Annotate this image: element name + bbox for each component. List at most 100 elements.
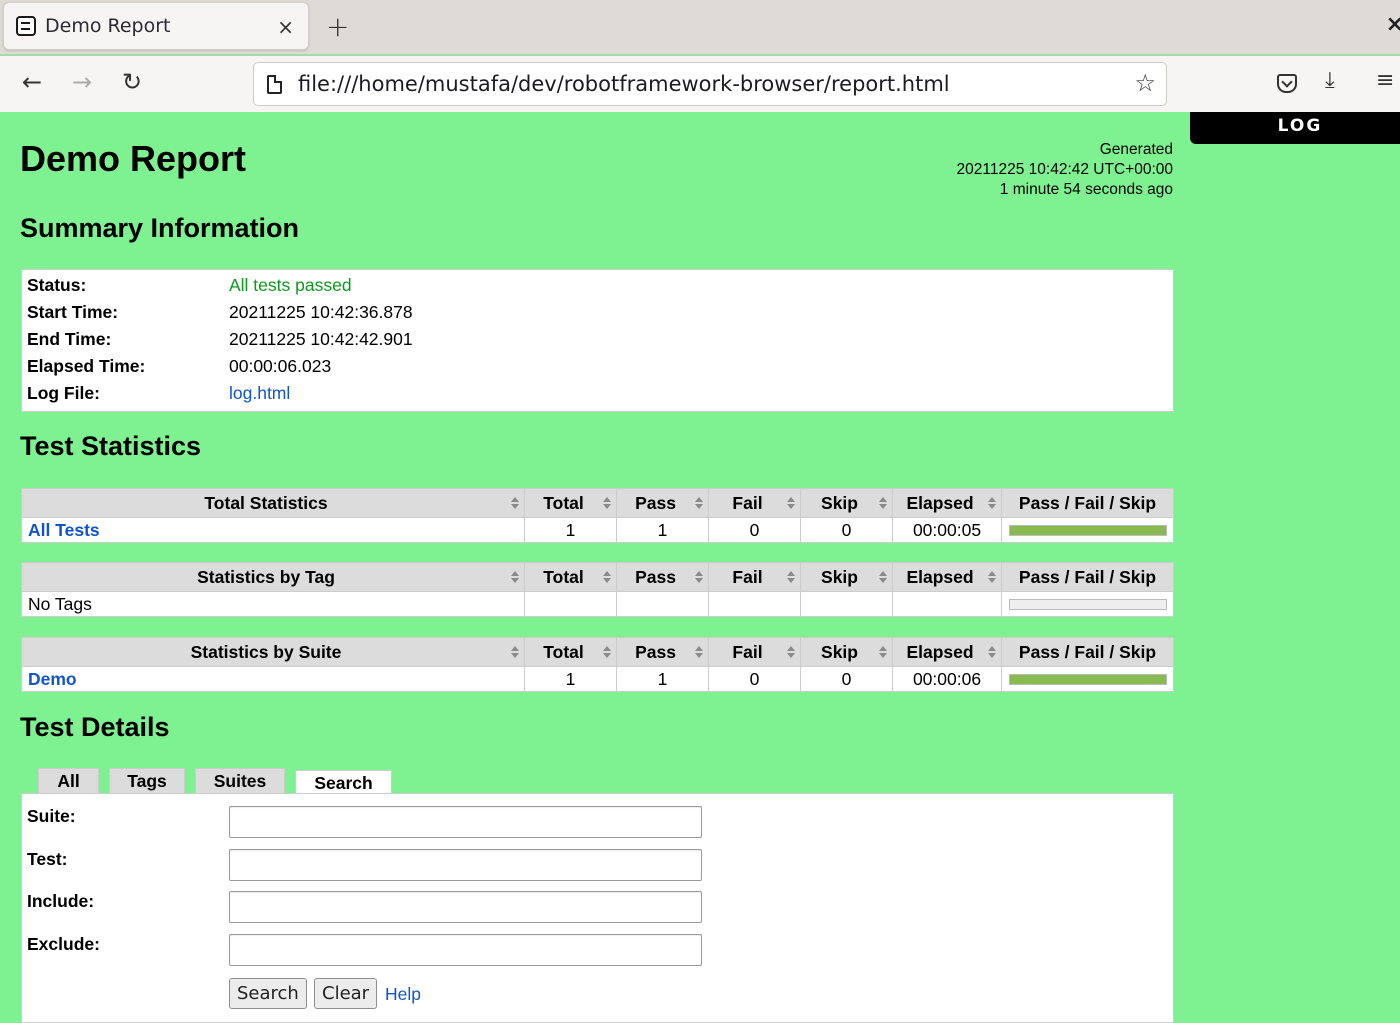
end-time-value: 20211225 10:42:42.901: [229, 329, 413, 349]
log-button[interactable]: LOG: [1190, 112, 1400, 144]
stats-header-row: Statistics by Tag Total Pass Fail Skip Elapse…: [21, 562, 1174, 592]
column-header-label: Skip: [821, 566, 858, 587]
sort-icon[interactable]: [988, 646, 996, 660]
stats-header-row: Total Statistics Total Pass Fail Skip Elapsed…: [21, 488, 1174, 518]
sort-icon[interactable]: [695, 571, 703, 585]
generated-timestamp: 20211225 10:42:42 UTC+00:00: [956, 161, 1173, 178]
stats-title-header[interactable]: Statistics by Tag: [21, 562, 525, 592]
sort-icon[interactable]: [879, 646, 887, 660]
column-header-label: Pass / Fail / Skip: [1018, 641, 1157, 662]
back-arrow-icon[interactable]: ←: [22, 68, 42, 96]
column-header-skip[interactable]: Skip: [800, 488, 893, 518]
column-header-label: Pass: [635, 566, 676, 587]
sort-icon[interactable]: [603, 646, 611, 660]
download-icon[interactable]: ⤓: [1325, 68, 1335, 93]
column-header-total[interactable]: Total: [524, 562, 617, 592]
tab-all[interactable]: All: [38, 768, 99, 793]
browser-tab[interactable]: Demo Report ×: [3, 2, 309, 50]
summary-row-end-time: End Time: 20211225 10:42:42.901: [27, 326, 1168, 353]
sort-icon[interactable]: [988, 497, 996, 511]
column-header-label: Fail: [732, 566, 763, 587]
column-header-label: Total: [543, 566, 584, 587]
table-row: Demo 1 1 0 0 00:00:06: [21, 666, 1174, 692]
forward-arrow-icon[interactable]: →: [72, 68, 92, 96]
menu-icon[interactable]: ≡: [1376, 68, 1394, 93]
sort-icon[interactable]: [879, 571, 887, 585]
column-header-total[interactable]: Total: [524, 488, 617, 518]
sort-icon[interactable]: [603, 497, 611, 511]
column-header-fail[interactable]: Fail: [708, 562, 801, 592]
browser-nav-bar: ← → ↻ file:///home/mustafa/dev/robotfram…: [0, 56, 1400, 112]
include-input[interactable]: [229, 891, 702, 923]
window-close-icon[interactable]: ×: [1386, 12, 1400, 37]
bookmark-star-icon[interactable]: ☆: [1134, 69, 1156, 97]
stat-fail: 0: [708, 517, 801, 543]
url-text[interactable]: file:///home/mustafa/dev/robotframework-…: [298, 72, 950, 96]
column-header-total[interactable]: Total: [524, 637, 617, 667]
column-header-fail[interactable]: Fail: [708, 488, 801, 518]
summary-row-status: Status: All tests passed: [27, 272, 1168, 299]
stat-name[interactable]: Demo: [21, 666, 525, 692]
column-header-skip[interactable]: Skip: [800, 562, 893, 592]
stat-total: 1: [524, 666, 617, 692]
stat-elapsed: 00:00:06: [892, 666, 1002, 692]
column-header-pass[interactable]: Pass: [616, 562, 709, 592]
column-header-pass[interactable]: Pass: [616, 488, 709, 518]
column-header-elapsed[interactable]: Elapsed: [892, 488, 1002, 518]
report-page: LOG Demo Report Generated 20211225 10:42…: [0, 112, 1400, 1023]
sort-icon[interactable]: [787, 571, 795, 585]
column-header-label: Total: [543, 641, 584, 662]
log-file-link[interactable]: log.html: [229, 383, 290, 404]
stat-total: 1: [524, 517, 617, 543]
reload-icon[interactable]: ↻: [122, 68, 142, 96]
summary-row-elapsed-time: Elapsed Time: 00:00:06.023: [27, 353, 1168, 380]
clear-button[interactable]: Clear: [314, 978, 378, 1009]
tab-tags[interactable]: Tags: [109, 768, 185, 793]
test-input[interactable]: [229, 849, 702, 881]
pocket-icon[interactable]: [1277, 74, 1297, 93]
stats-title-header[interactable]: Statistics by Suite: [21, 637, 525, 667]
table-row: No Tags: [21, 591, 1174, 617]
column-header-fail[interactable]: Fail: [708, 637, 801, 667]
stat-total: [524, 591, 617, 617]
summary-label: End Time:: [27, 329, 112, 349]
column-header-elapsed[interactable]: Elapsed: [892, 562, 1002, 592]
url-bar[interactable]: file:///home/mustafa/dev/robotframework-…: [253, 62, 1167, 106]
stat-elapsed: [892, 591, 1002, 617]
status-value: All tests passed: [229, 275, 352, 295]
stat-skip: [800, 591, 893, 617]
column-header-skip[interactable]: Skip: [800, 637, 893, 667]
stat-name[interactable]: All Tests: [21, 517, 525, 543]
tab-suites[interactable]: Suites: [195, 768, 285, 793]
sort-icon[interactable]: [511, 646, 519, 660]
test-label: Test:: [27, 849, 68, 869]
details-heading: Test Details: [20, 712, 170, 742]
exclude-input[interactable]: [229, 934, 702, 966]
stats-title-header[interactable]: Total Statistics: [21, 488, 525, 518]
sort-icon[interactable]: [695, 646, 703, 660]
help-link[interactable]: Help: [385, 984, 421, 1005]
search-button[interactable]: Search: [229, 978, 307, 1009]
stat-skip: 0: [800, 517, 893, 543]
sort-icon[interactable]: [988, 571, 996, 585]
stat-skip: 0: [800, 666, 893, 692]
summary-label: Log File:: [27, 383, 100, 403]
tab-close-icon[interactable]: ×: [277, 15, 294, 39]
sort-icon[interactable]: [511, 497, 519, 511]
stats-title: Statistics by Suite: [190, 641, 342, 662]
sort-icon[interactable]: [603, 571, 611, 585]
new-tab-icon[interactable]: +: [326, 10, 349, 43]
column-header-pass-fail-skip: Pass / Fail / Skip: [1001, 488, 1174, 518]
sort-icon[interactable]: [879, 497, 887, 511]
suite-input[interactable]: [229, 806, 702, 838]
sort-icon[interactable]: [787, 497, 795, 511]
summary-label: Start Time:: [27, 302, 119, 322]
sort-icon[interactable]: [787, 646, 795, 660]
sort-icon[interactable]: [511, 571, 519, 585]
column-header-pass[interactable]: Pass: [616, 637, 709, 667]
sort-icon[interactable]: [695, 497, 703, 511]
search-panel: Suite: Test: Include: Exclude: Search Cl…: [21, 793, 1174, 1023]
generated-ago: 1 minute 54 seconds ago: [999, 181, 1173, 198]
column-header-elapsed[interactable]: Elapsed: [892, 637, 1002, 667]
column-header-pass-fail-skip: Pass / Fail / Skip: [1001, 562, 1174, 592]
